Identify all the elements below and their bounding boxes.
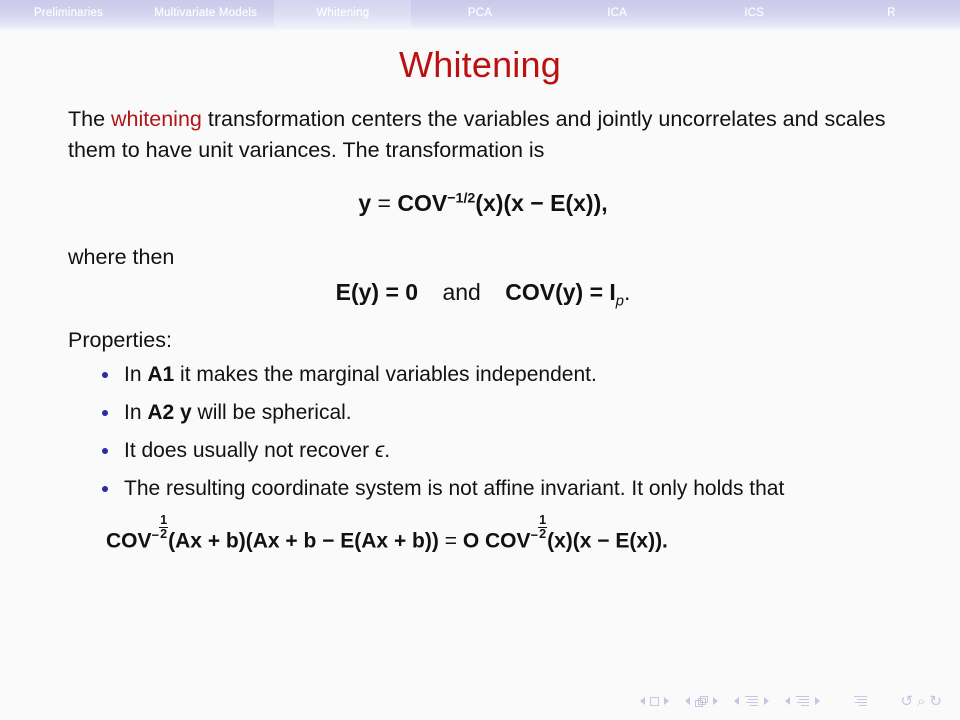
- history-navigation-group: ↺ ⌕ ↻: [880, 693, 944, 709]
- previous-section-icon[interactable]: [785, 697, 791, 705]
- document-navigation-group: [833, 695, 870, 707]
- next-section-icon[interactable]: [815, 697, 821, 705]
- list-item: In A1 it makes the marginal variables in…: [98, 361, 898, 390]
- bullet-4-prefix: The resulting coordinate system is not a…: [124, 477, 785, 501]
- bullet-1-suffix: it makes the marginal variables independ…: [174, 363, 597, 387]
- nav-item-whitening[interactable]: Whitening: [274, 0, 412, 27]
- eq3-part1-rest: (Ax + b)(Ax + b − E(Ax + b)): [168, 529, 439, 553]
- square-frame-icon[interactable]: [650, 696, 660, 706]
- document-icon[interactable]: [854, 695, 868, 707]
- eq2-conjunction: and: [442, 279, 481, 306]
- nav-item-ics[interactable]: ICS: [686, 0, 823, 27]
- beamer-navigation-bar: ↺ ⌕ ↻: [0, 690, 960, 712]
- properties-list: In A1 it makes the marginal variables in…: [68, 361, 898, 504]
- list-item: The resulting coordinate system is not a…: [98, 475, 898, 504]
- eq1-exponent: −1/2: [447, 190, 476, 207]
- where-then-label: where then: [68, 244, 175, 269]
- bullet-3-epsilon-symbol: ϵ: [374, 439, 385, 463]
- eq3-part1-base: COV: [106, 529, 152, 553]
- list-item: It does usually not recover ϵ.: [98, 437, 898, 466]
- eq2-terminator: .: [623, 279, 631, 306]
- section-navigation-bar: Preliminaries Multivariate Models Whiten…: [0, 0, 960, 27]
- nav-item-ica[interactable]: ICA: [549, 0, 686, 27]
- equation-1: y = COV−1/2(x)(x − E(x)),: [68, 187, 898, 220]
- frame-navigation-group: [637, 696, 672, 706]
- bullet-3-prefix: It does usually not recover: [124, 439, 375, 463]
- search-icon[interactable]: ⌕: [917, 693, 925, 709]
- eq3-part1-minus: −: [151, 527, 160, 543]
- nav-item-pca[interactable]: PCA: [411, 0, 548, 27]
- next-subsection-icon[interactable]: [764, 697, 770, 705]
- bullet-2-emphasis: A2 y: [147, 401, 192, 425]
- slide-content: The whitening transformation centers the…: [0, 86, 960, 557]
- eq1-lhs: y: [358, 190, 372, 217]
- subsection-lines-icon[interactable]: [745, 695, 759, 707]
- keyword-whitening: whitening: [111, 107, 202, 131]
- page-title: Whitening: [399, 44, 561, 85]
- eq1-relation: =: [377, 190, 391, 217]
- section-lines-icon[interactable]: [796, 695, 810, 707]
- eq3-part1-exp-den: 2: [160, 526, 168, 541]
- previous-subsection-icon[interactable]: [734, 697, 740, 705]
- subsection-navigation-group: [731, 695, 772, 707]
- intro-paragraph: The whitening transformation centers the…: [68, 104, 898, 165]
- eq3-part1-exp-num: 1: [159, 513, 169, 528]
- eq3-part2-lead: O COV: [462, 529, 531, 553]
- next-slide-icon[interactable]: [713, 697, 719, 705]
- eq1-rest: (x)(x − E(x)),: [475, 190, 608, 217]
- eq2-right-base: COV(y) = I: [505, 279, 616, 306]
- nav-item-multivariate-models[interactable]: Multivariate Models: [137, 0, 274, 27]
- bullet-1-emphasis: A1: [147, 363, 175, 387]
- previous-slide-icon[interactable]: [685, 697, 691, 705]
- bullet-1-prefix: In: [124, 363, 148, 387]
- eq3-part2-minus: −: [530, 527, 539, 543]
- next-frame-icon[interactable]: [664, 697, 670, 705]
- eq3-part1-fraction: 12: [159, 513, 169, 541]
- eq3-part2-exp-num: 1: [538, 513, 548, 528]
- eq3-part2-exp-den: 2: [539, 526, 547, 541]
- stacked-frames-icon[interactable]: [695, 695, 709, 707]
- properties-heading: Properties:: [68, 327, 172, 352]
- previous-frame-icon[interactable]: [640, 697, 646, 705]
- eq3-relation: =: [444, 529, 457, 553]
- bullet-2-prefix: In: [124, 401, 148, 425]
- list-item: In A2 y will be spherical.: [98, 399, 898, 428]
- slide-navigation-group: [682, 695, 721, 707]
- nav-item-preliminaries[interactable]: Preliminaries: [0, 0, 137, 27]
- eq3-part2-rest: (x)(x − E(x)).: [547, 529, 668, 553]
- back-icon[interactable]: ↺: [900, 693, 913, 709]
- nav-item-r[interactable]: R: [823, 0, 960, 27]
- eq2-right-sub: p: [615, 293, 624, 310]
- eq3-part2-fraction: 12: [538, 513, 548, 541]
- intro-before-keyword: The: [68, 107, 112, 131]
- forward-icon[interactable]: ↻: [929, 693, 942, 709]
- bullet-2-suffix: will be spherical.: [191, 401, 352, 425]
- bullet-3-suffix: .: [384, 439, 391, 463]
- equation-2: E(y) = 0 and COV(y) = Ip.: [68, 276, 898, 309]
- slide-body: Whitening The whitening transformation c…: [0, 30, 960, 690]
- eq1-base: COV: [397, 190, 448, 217]
- equation-3: COV− 1 2 (Ax + b)(Ax + b − E(Ax + b)) = O C…: [68, 513, 898, 556]
- section-navigation-group: [782, 695, 823, 707]
- eq2-left: E(y) = 0: [335, 279, 419, 306]
